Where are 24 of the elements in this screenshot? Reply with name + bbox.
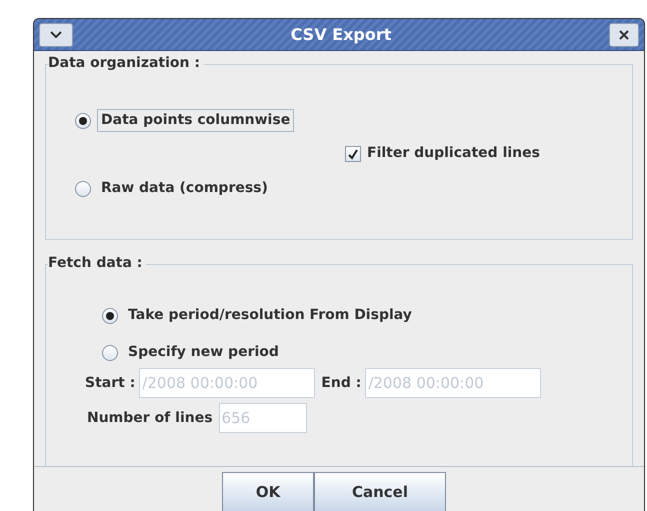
- menu-button[interactable]: [39, 22, 73, 46]
- field-label: Number of lines: [87, 408, 213, 428]
- close-button[interactable]: [609, 22, 639, 46]
- checkbox[interactable]: [345, 146, 361, 162]
- close-icon: [619, 30, 629, 40]
- radio-label: Specify new period: [127, 343, 280, 362]
- radio-button[interactable]: [102, 308, 118, 324]
- radio-label: Take period/resolution From Display: [127, 306, 413, 325]
- radio-label: Raw data (compress): [100, 179, 269, 198]
- field-label: Start :: [85, 374, 136, 392]
- dialog-button[interactable]: Cancel: [314, 472, 446, 511]
- radio-label: Data points columnwise: [97, 109, 294, 132]
- text-field[interactable]: /2008 00:00:00: [139, 368, 316, 398]
- dialog-button[interactable]: OK: [222, 472, 314, 511]
- text-field[interactable]: 656: [218, 403, 307, 433]
- checkbox-label: Filter duplicated lines: [367, 144, 540, 163]
- text-field[interactable]: /2008 00:00:00: [365, 368, 542, 398]
- chevron-down-icon: [50, 30, 62, 38]
- radio-button[interactable]: [102, 344, 118, 360]
- checkmark-icon: [347, 148, 359, 160]
- radio-button[interactable]: [75, 112, 91, 128]
- window-title: CSV Export: [290, 24, 392, 46]
- field-label: End :: [321, 374, 362, 392]
- radio-button[interactable]: [75, 180, 91, 196]
